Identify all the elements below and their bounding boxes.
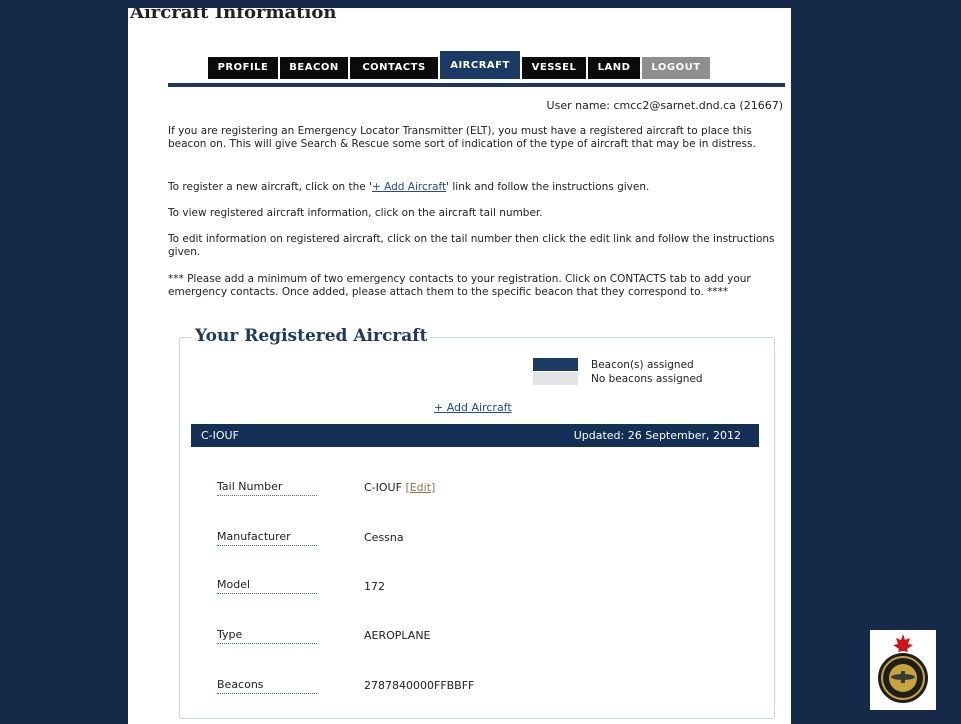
tab-land[interactable]: LAND	[588, 57, 640, 79]
manufacturer-value: Cessna	[364, 531, 404, 544]
page-title: Aircraft Information	[130, 8, 337, 23]
no-beacon-label: No beacons assigned	[591, 373, 703, 385]
edit-link[interactable]: Edit	[410, 481, 431, 494]
tab-logout[interactable]: LOGOUT	[642, 57, 710, 79]
intro-register-text-before: To register a new aircraft, click on the…	[168, 181, 372, 193]
content-page: Aircraft Information PROFILE BEACON CONT…	[128, 8, 791, 724]
tab-beacon[interactable]: BEACON	[280, 57, 348, 79]
tail-number-label: Tail Number	[217, 480, 317, 496]
intro-register-text: To register a new aircraft, click on the…	[168, 181, 788, 194]
tab-bar: PROFILE BEACON CONTACTS AIRCRAFT VESSEL …	[168, 51, 785, 87]
no-beacon-swatch	[533, 372, 578, 385]
registered-aircraft-legend: Your Registered Aircraft	[192, 326, 431, 346]
beacons-value: 2787840000FFBBFF	[364, 679, 475, 692]
beacon-assigned-label: Beacon(s) assigned	[591, 359, 694, 371]
add-aircraft-link[interactable]: + Add Aircraft	[434, 401, 512, 414]
emblem-graphic	[878, 634, 928, 703]
manufacturer-label: Manufacturer	[217, 530, 317, 546]
tab-vessel[interactable]: VESSEL	[522, 57, 586, 79]
model-label: Model	[217, 578, 317, 594]
type-value: AEROPLANE	[364, 629, 431, 642]
registered-aircraft-panel: Your Registered Aircraft Beacon(s) assig…	[179, 326, 775, 719]
intro-register-text-after: ' link and follow the instructions given…	[446, 181, 650, 193]
tab-contacts[interactable]: CONTACTS	[350, 57, 438, 79]
user-name-text: User name: cmcc2@sarnet.dnd.ca (21667)	[546, 99, 783, 112]
type-label: Type	[217, 628, 317, 644]
canadian-forces-emblem	[870, 630, 936, 710]
intro-elt-text: If you are registering an Emergency Loca…	[168, 125, 756, 150]
aircraft-updated-date: Updated: 26 September, 2012	[573, 429, 741, 442]
edit-link-wrapper: [Edit]	[405, 481, 436, 494]
intro-add-aircraft-link[interactable]: + Add Aircraft	[372, 181, 446, 193]
beacon-assigned-swatch	[533, 358, 578, 371]
tail-number-value: C-IOUF [Edit]	[364, 481, 435, 494]
model-value: 172	[364, 580, 385, 593]
intro-view-text: To view registered aircraft information,…	[168, 207, 543, 219]
beacons-label: Beacons	[217, 678, 317, 694]
aircraft-tail-header[interactable]: C-IOUF	[201, 429, 239, 442]
intro-contacts-notice: *** Please add a minimum of two emergenc…	[168, 273, 751, 298]
intro-edit-text: To edit information on registered aircra…	[168, 233, 775, 258]
tail-number-text: C-IOUF	[364, 481, 402, 494]
tab-aircraft[interactable]: AIRCRAFT	[440, 51, 520, 79]
aircraft-header-bar[interactable]: C-IOUF Updated: 26 September, 2012	[191, 424, 759, 447]
tab-profile[interactable]: PROFILE	[208, 57, 278, 79]
